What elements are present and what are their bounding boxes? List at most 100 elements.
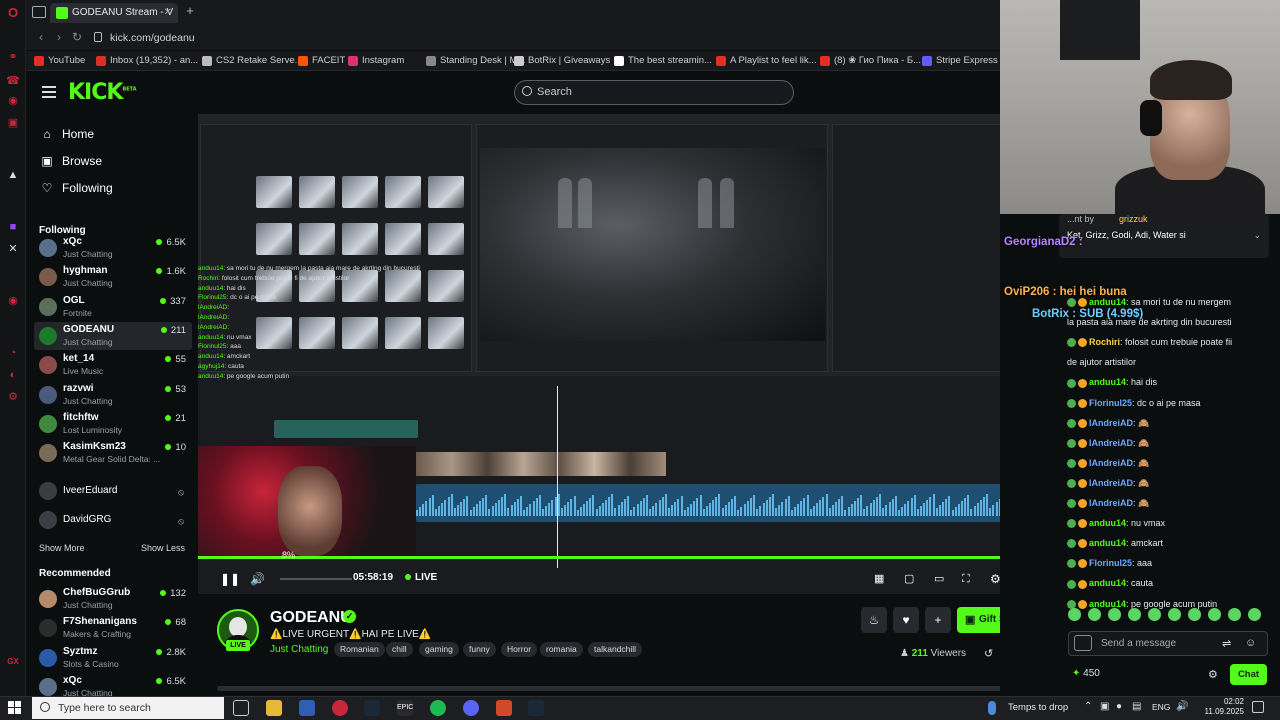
reload-icon[interactable]: ↻: [70, 30, 84, 44]
media-thumbnail[interactable]: [342, 176, 378, 208]
bookmark-item[interactable]: (8) ❀ Гио Пика - Б...: [820, 54, 921, 68]
epic-games-icon[interactable]: EPIC: [397, 700, 413, 716]
media-thumbnail[interactable]: [256, 176, 292, 208]
bookmark-item[interactable]: Stripe Express: [922, 54, 998, 68]
tray-chevron-icon[interactable]: ⌃: [1084, 701, 1092, 712]
media-thumbnail[interactable]: [428, 223, 464, 255]
forward-icon[interactable]: ›: [52, 30, 66, 44]
stream-tag[interactable]: talkandchill: [588, 642, 643, 657]
volume-tray-icon[interactable]: 🔊: [1176, 701, 1188, 712]
chat-input[interactable]: Send a message: [1068, 631, 1268, 656]
chevron-down-icon[interactable]: ⌄: [1253, 230, 1261, 241]
file-explorer-icon[interactable]: [266, 700, 282, 716]
pinned-message[interactable]: ...nt by grizzuk Ket, Grizz, Godi, Adi, …: [1059, 214, 1269, 258]
media-thumbnail[interactable]: [299, 176, 335, 208]
tray-app-icon[interactable]: ▣: [1100, 701, 1109, 712]
kick-logo[interactable]: KICKBETA: [68, 80, 137, 105]
x-icon[interactable]: ✕: [6, 242, 20, 256]
chat-username[interactable]: anduu14: [1089, 578, 1126, 588]
bookmark-item[interactable]: The best streamin...: [614, 54, 712, 68]
translate-icon[interactable]: ⇌: [1222, 637, 1231, 650]
media-thumbnail[interactable]: [385, 223, 421, 255]
stream-tag[interactable]: gaming: [419, 642, 459, 657]
chat-settings-icon[interactable]: [1074, 635, 1092, 651]
chat-message[interactable]: Florinul25: aaa: [1067, 553, 1267, 573]
bookmark-item[interactable]: YouTube: [34, 54, 85, 68]
weather-text[interactable]: Temps to drop: [1008, 702, 1068, 713]
spotify-icon[interactable]: [430, 700, 446, 716]
channel-item[interactable]: IveerEduard ⦸: [34, 477, 192, 505]
emoji-icon[interactable]: ☺: [1245, 637, 1256, 649]
subscribe-icon[interactable]: +: [925, 607, 951, 633]
store-icon[interactable]: [299, 700, 315, 716]
opera-ai-icon[interactable]: ⚭: [6, 50, 20, 64]
chat-message[interactable]: de ajutor artistilor: [1067, 352, 1267, 372]
channel-item[interactable]: F7Shenanigans Makers & Crafting 68: [34, 614, 192, 642]
bell-icon[interactable]: ♨: [861, 607, 887, 633]
chat-username[interactable]: lAndreiAD: [1089, 478, 1133, 488]
history-icon[interactable]: ◔: [6, 346, 20, 360]
fullscreen-icon[interactable]: ⛶: [962, 570, 970, 588]
menu-icon[interactable]: [42, 86, 56, 98]
share-icon[interactable]: ↺: [984, 647, 993, 660]
follow-heart-icon[interactable]: ♥: [893, 607, 919, 633]
chat-message[interactable]: anduu14: nu vmax: [1067, 513, 1267, 533]
opera-gx-icon[interactable]: [332, 700, 348, 716]
shopping-icon[interactable]: ☎: [6, 74, 20, 88]
streamer-name[interactable]: GODEANU: [270, 609, 352, 627]
chat-message[interactable]: lAndreiAD: 🙈: [1067, 493, 1267, 513]
show-more-button[interactable]: Show More: [39, 543, 85, 553]
opera-logo-icon[interactable]: O: [6, 6, 20, 20]
channel-item[interactable]: xQc Just Chatting 6.5K: [34, 234, 192, 262]
gx-icon[interactable]: GX: [6, 655, 20, 669]
vpn-icon[interactable]: ◐: [6, 368, 20, 382]
bookmark-item[interactable]: A Playlist to feel lik...: [716, 54, 817, 68]
page-scrollbar[interactable]: [217, 686, 1043, 691]
clock[interactable]: 02:02 11.09.2025: [1196, 697, 1244, 717]
browser-tab[interactable]: GODEANU Stream - V ✕: [50, 3, 178, 23]
chat-message[interactable]: Florinul25: dc o ai pe masa: [1067, 393, 1267, 413]
messenger-icon[interactable]: ◉: [6, 94, 20, 108]
channel-item[interactable]: GODEANU Just Chatting 211: [34, 321, 192, 350]
bookmark-item[interactable]: FACEIT: [298, 54, 345, 68]
stream-tag[interactable]: romania: [540, 642, 583, 657]
tab-close-icon[interactable]: ✕: [164, 3, 172, 23]
chat-message[interactable]: anduu14: amckart: [1067, 533, 1267, 553]
chat-gear-icon[interactable]: ⚙: [1208, 668, 1218, 681]
taskbar-search-input[interactable]: Type here to search: [32, 697, 224, 719]
chat-username[interactable]: anduu14: [1089, 377, 1126, 387]
chat-message[interactable]: Rochiri: folosit cum trebuie poate fii: [1067, 332, 1267, 352]
media-thumbnail[interactable]: [428, 317, 464, 349]
bookmark-item[interactable]: CS2 Retake Serve...: [202, 54, 303, 68]
url-field[interactable]: kick.com/godeanu: [104, 29, 984, 47]
channel-item[interactable]: ChefBuGGrub Just Chatting 132: [34, 585, 192, 613]
search-input[interactable]: Search: [514, 80, 794, 105]
chat-username[interactable]: lAndreiAD: [1089, 458, 1133, 468]
steam-2-icon[interactable]: [528, 700, 544, 716]
chat-username[interactable]: anduu14: [1089, 599, 1126, 609]
chat-username[interactable]: lAndreiAD: [1089, 438, 1133, 448]
media-thumbnail[interactable]: [428, 176, 464, 208]
chat-message[interactable]: lAndreiAD: 🙈: [1067, 413, 1267, 433]
tab-menu-icon[interactable]: [32, 6, 46, 18]
whatsapp-icon[interactable]: ▣: [6, 116, 20, 130]
chat-username[interactable]: Rochiri: [1089, 337, 1120, 347]
nav-following[interactable]: ♡ Following: [40, 178, 113, 198]
chat-message[interactable]: lAndreiAD: 🙈: [1067, 453, 1267, 473]
stream-tag[interactable]: Horror: [501, 642, 538, 657]
progress-bar[interactable]: [198, 556, 1053, 559]
show-less-button[interactable]: Show Less: [141, 543, 185, 553]
channel-item[interactable]: Syztmz Slots & Casino 2.8K: [34, 644, 192, 672]
bookmark-item[interactable]: Instagram: [348, 54, 404, 68]
media-thumbnail[interactable]: [428, 270, 464, 302]
capcut-icon[interactable]: [496, 700, 512, 716]
new-tab-button[interactable]: +: [182, 3, 198, 19]
stream-tag[interactable]: chill: [386, 642, 413, 657]
chat-overlay-icon[interactable]: ▦: [874, 570, 884, 588]
clip-icon[interactable]: ▢: [904, 570, 914, 588]
network-icon[interactable]: ▤: [1132, 701, 1141, 712]
video-player[interactable]: anduu14: sa mori tu de nu mergem la past…: [198, 114, 1053, 594]
chat-message[interactable]: lAndreiAD: 🙈: [1067, 473, 1267, 493]
channel-item[interactable]: fitchftw Lost Luminosity 21: [34, 410, 192, 438]
chat-username[interactable]: Florinul25: [1089, 558, 1132, 568]
